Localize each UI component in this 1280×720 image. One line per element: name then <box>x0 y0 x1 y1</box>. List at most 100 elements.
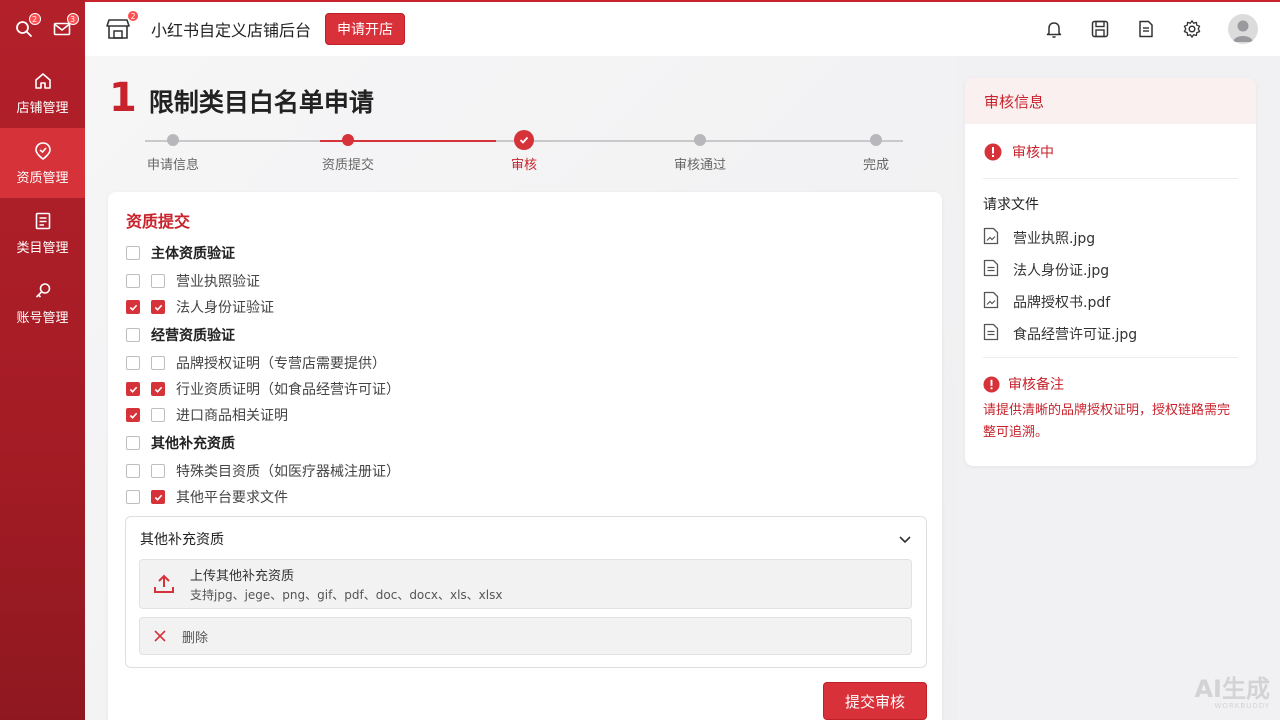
sidebar-item-label: 类目管理 <box>16 240 69 256</box>
item-label: 其他平台要求文件 <box>176 490 288 506</box>
home-icon <box>34 72 51 89</box>
supplement-panel-header[interactable]: 其他补充资质 <box>126 517 926 561</box>
checklist-item: 营业执照验证 <box>126 268 726 294</box>
item-checkbox[interactable] <box>151 408 165 422</box>
group-label: 经营资质验证 <box>151 328 235 344</box>
upload-title: 上传其他补充资质 <box>190 569 295 584</box>
divider <box>983 357 1238 358</box>
item-checkbox[interactable] <box>151 274 165 288</box>
step-dot <box>342 134 354 146</box>
file-name: 品牌授权书.pdf <box>1013 295 1111 311</box>
step-number: 1 <box>109 75 137 121</box>
top-actions <box>1044 14 1258 44</box>
item-label: 行业资质证明（如食品经营许可证） <box>176 382 400 398</box>
review-status: 审核中 <box>984 142 1054 162</box>
review-note-header: 审核备注 <box>983 374 1064 394</box>
step-label: 完成 <box>862 158 889 173</box>
item-checkbox[interactable] <box>151 490 165 504</box>
item-label: 进口商品相关证明 <box>176 408 288 424</box>
upload-area[interactable]: 上传其他补充资质 支持jpg、jege、png、gif、pdf、doc、docx… <box>139 559 912 609</box>
checklist-item: 行业资质证明（如食品经营许可证） <box>126 376 726 402</box>
key-icon <box>35 282 50 298</box>
store-badge: 2 <box>127 10 139 22</box>
checklist-item: 进口商品相关证明 <box>126 402 726 428</box>
sidebar-item-category[interactable]: 类目管理 <box>0 198 85 268</box>
item-checkbox[interactable] <box>151 356 165 370</box>
review-panel-title: 审核信息 <box>965 78 1256 124</box>
main-content: 1 限制类目白名单申请 申请信息 资质提交 审核 审核通过 完成 资质提交 主体… <box>85 56 957 720</box>
step-approved: 审核通过 <box>650 134 750 173</box>
group-checkbox[interactable] <box>126 246 140 260</box>
item-select-checkbox[interactable] <box>126 356 140 370</box>
save-icon <box>1091 20 1109 38</box>
item-checkbox[interactable] <box>151 382 165 396</box>
notification-button[interactable] <box>1044 19 1064 39</box>
document-file-icon <box>983 323 999 345</box>
item-label: 品牌授权证明（专营店需要提供） <box>176 356 386 372</box>
chevron-down-icon <box>899 536 911 544</box>
page-header: 1 限制类目白名单申请 <box>109 78 374 119</box>
group-checkbox[interactable] <box>126 328 140 342</box>
qualification-checklist: 主体资质验证 营业执照验证 法人身份证验证 经营资质验证 品牌授权证明（专营店需要提供）… <box>126 238 726 510</box>
save-button[interactable] <box>1090 19 1110 39</box>
step-label: 审核通过 <box>673 158 726 173</box>
top-bar: 2 小红书自定义店铺后台 申请开店 <box>85 0 1280 56</box>
qualification-card: 资质提交 主体资质验证 营业执照验证 法人身份证验证 经营资质验证 品牌授权证明（专营店… <box>108 192 942 720</box>
supplement-panel: 其他补充资质 上传其他补充资质 支持jpg、jege、png、gif、pdf、d… <box>125 516 927 668</box>
step-label: 审核 <box>510 158 537 173</box>
section-title: 资质提交 <box>126 212 191 231</box>
request-file-item[interactable]: 法人身份证.jpg <box>983 254 1137 286</box>
store-button[interactable]: 2 <box>105 10 139 42</box>
item-label: 法人身份证验证 <box>176 300 274 316</box>
sidebar-item-qualification[interactable]: 资质管理 <box>0 128 85 198</box>
item-select-checkbox[interactable] <box>126 382 140 396</box>
delete-button[interactable]: 删除 <box>139 617 912 655</box>
divider <box>983 178 1238 179</box>
item-checkbox[interactable] <box>151 300 165 314</box>
sidebar-item-store[interactable]: 店铺管理 <box>0 58 85 128</box>
info-icon <box>984 143 1002 161</box>
checklist-group: 其他补充资质 <box>126 428 726 458</box>
item-select-checkbox[interactable] <box>126 300 140 314</box>
item-select-checkbox[interactable] <box>126 408 140 422</box>
request-file-item[interactable]: 营业执照.jpg <box>983 222 1137 254</box>
step-dot <box>694 134 706 146</box>
supplement-panel-title: 其他补充资质 <box>140 532 224 548</box>
document-button[interactable] <box>1136 19 1156 39</box>
item-select-checkbox[interactable] <box>126 490 140 504</box>
review-status-text: 审核中 <box>1012 145 1054 161</box>
request-file-item[interactable]: 品牌授权书.pdf <box>983 286 1137 318</box>
review-note-title: 审核备注 <box>1008 377 1064 393</box>
sidebar-item-label: 账号管理 <box>16 310 69 326</box>
sidebar-item-label: 资质管理 <box>16 170 69 186</box>
settings-button[interactable] <box>1182 19 1202 39</box>
sidebar-item-account[interactable]: 账号管理 <box>0 268 85 338</box>
group-checkbox[interactable] <box>126 436 140 450</box>
image-file-icon <box>983 227 999 249</box>
search-badge: 2 <box>28 13 41 25</box>
checklist-group: 经营资质验证 <box>126 320 726 350</box>
avatar[interactable] <box>1228 14 1258 44</box>
mail-button[interactable]: 3 <box>51 13 79 40</box>
apply-store-button[interactable]: 申请开店 <box>325 13 406 45</box>
group-label: 其他补充资质 <box>151 436 235 452</box>
document-file-icon <box>983 259 999 281</box>
checklist-item: 法人身份证验证 <box>126 294 726 320</box>
step-review: 审核 <box>474 130 574 173</box>
app-title: 小红书自定义店铺后台 <box>151 21 312 40</box>
step-label: 申请信息 <box>146 158 199 173</box>
badge-icon <box>34 141 51 160</box>
step-complete: 完成 <box>826 134 926 173</box>
checklist-item: 特殊类目资质（如医疗器械注册证） <box>126 458 726 484</box>
item-label: 特殊类目资质（如医疗器械注册证） <box>176 464 400 480</box>
image-file-icon <box>983 291 999 313</box>
sidebar-item-label: 店铺管理 <box>16 100 69 116</box>
info-icon <box>983 375 1000 393</box>
item-select-checkbox[interactable] <box>126 464 140 478</box>
list-icon <box>35 212 50 229</box>
request-file-item[interactable]: 食品经营许可证.jpg <box>983 318 1137 350</box>
search-button[interactable]: 2 <box>13 13 41 40</box>
item-checkbox[interactable] <box>151 464 165 478</box>
item-select-checkbox[interactable] <box>126 274 140 288</box>
submit-review-button[interactable]: 提交审核 <box>823 682 927 720</box>
